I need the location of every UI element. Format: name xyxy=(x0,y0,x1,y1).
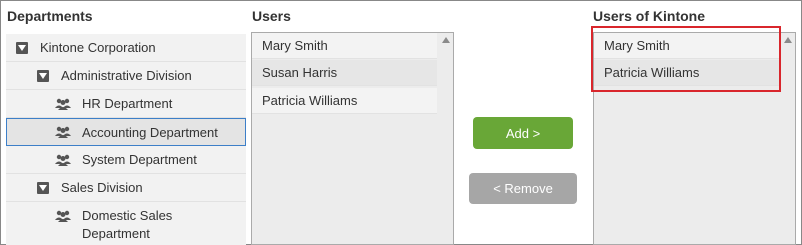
user-list-item[interactable]: Susan Harris xyxy=(252,60,437,86)
group-icon xyxy=(55,210,71,222)
tree-item-kintone-corporation[interactable]: Kintone Corporation xyxy=(6,34,246,62)
tree-item-domestic-sales-department[interactable]: Domestic Sales Department xyxy=(6,202,246,245)
tree-item-administrative-division[interactable]: Administrative Division xyxy=(6,62,246,90)
collapse-toggle-icon[interactable] xyxy=(37,181,49,194)
users-heading: Users xyxy=(252,8,291,24)
scroll-up-icon[interactable] xyxy=(442,37,450,43)
tree-item-label: Accounting Department xyxy=(82,124,218,140)
group-icon xyxy=(55,126,71,138)
tree-item-accounting-department[interactable]: Accounting Department xyxy=(6,118,246,146)
tree-item-sales-division[interactable]: Sales Division xyxy=(6,174,246,202)
tree-item-system-department[interactable]: System Department xyxy=(6,146,246,174)
tree-item-label-line1: Domestic Sales xyxy=(82,208,173,223)
tree-item-label: HR Department xyxy=(82,96,173,111)
tree-item-label: Sales Division xyxy=(61,180,143,195)
group-icon xyxy=(55,98,71,110)
tree-item-hr-department[interactable]: HR Department xyxy=(6,90,246,118)
department-tree: Kintone Corporation Administrative Divis… xyxy=(6,34,246,245)
kintone-users-heading: Users of Kintone xyxy=(593,8,706,24)
remove-button[interactable]: < Remove xyxy=(469,173,577,204)
group-icon xyxy=(55,154,71,166)
collapse-toggle-icon[interactable] xyxy=(16,41,28,54)
add-button[interactable]: Add > xyxy=(473,117,573,149)
users-listbox[interactable]: Mary Smith Susan Harris Patricia William… xyxy=(251,32,454,245)
scroll-up-icon[interactable] xyxy=(784,37,792,43)
tree-item-label: Administrative Division xyxy=(61,68,192,83)
tree-item-label: System Department xyxy=(82,152,197,167)
user-list-item[interactable]: Patricia Williams xyxy=(252,88,437,114)
tree-item-label: Domestic Sales Department xyxy=(82,207,172,243)
highlight-annotation xyxy=(591,26,781,92)
tree-item-label: Kintone Corporation xyxy=(40,40,156,55)
departments-heading: Departments xyxy=(7,8,93,24)
user-list-item[interactable]: Mary Smith xyxy=(252,33,437,59)
tree-item-label-line2: Department xyxy=(82,226,150,241)
collapse-toggle-icon[interactable] xyxy=(37,69,49,82)
